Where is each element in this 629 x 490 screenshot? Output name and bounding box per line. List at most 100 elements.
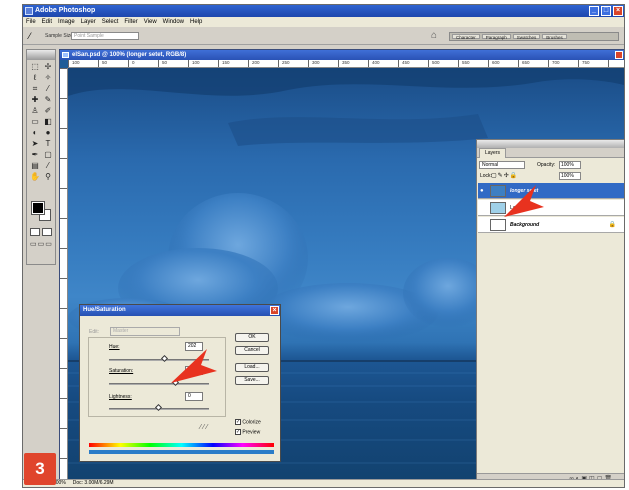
close-app-button[interactable]: × bbox=[613, 6, 623, 16]
ruler-number: 400 bbox=[372, 60, 380, 65]
save-button[interactable]: Save... bbox=[235, 376, 269, 385]
preview-check-icon: ✓ bbox=[235, 429, 241, 435]
tab-swatches[interactable]: Swatches bbox=[512, 34, 541, 40]
opacity-field[interactable]: 100% bbox=[559, 161, 581, 169]
dialog-title: Hue/Saturation bbox=[83, 307, 126, 313]
dodge-tool-icon[interactable]: ● bbox=[42, 128, 54, 138]
ruler-numbers: 100 50 0 50 100 150 200 250 300 350 400 … bbox=[72, 60, 624, 68]
slice-tool-icon[interactable]: ⁄ bbox=[42, 84, 54, 94]
cancel-button[interactable]: Cancel bbox=[235, 346, 269, 355]
menu-window[interactable]: Window bbox=[163, 19, 184, 25]
path-select-icon[interactable]: ➤ bbox=[29, 139, 41, 149]
menu-select[interactable]: Select bbox=[102, 19, 119, 25]
layer-row[interactable]: Background 🔒 bbox=[478, 217, 624, 233]
eyedropper-icons[interactable]: ⁄⁄⁄ bbox=[200, 424, 210, 431]
move-tool-icon[interactable]: ✢ bbox=[42, 62, 54, 72]
photoshop-window: Adobe Photoshop _ □ × File Edit Image La… bbox=[22, 4, 625, 488]
lock-icon: 🔒 bbox=[608, 222, 616, 228]
colorize-checkbox[interactable]: ✓ Colorize bbox=[235, 419, 261, 425]
pen-tool-icon[interactable]: ✒ bbox=[29, 150, 41, 160]
ok-button[interactable]: OK bbox=[235, 333, 269, 342]
ruler-number: 0 bbox=[132, 60, 135, 65]
zoom-tool-icon[interactable]: ⚲ bbox=[42, 172, 54, 182]
menu-filter[interactable]: Filter bbox=[124, 19, 137, 25]
menu-image[interactable]: Image bbox=[58, 19, 75, 25]
ruler-number: 500 bbox=[432, 60, 440, 65]
hue-label: Hue: bbox=[109, 344, 120, 350]
blend-mode-select[interactable]: Normal bbox=[479, 161, 525, 169]
minimize-button[interactable]: _ bbox=[589, 6, 599, 16]
eyedropper-icon[interactable]: ⁄ bbox=[29, 32, 31, 41]
ruler-number: 700 bbox=[552, 60, 560, 65]
history-brush-icon[interactable]: ✐ bbox=[42, 106, 54, 116]
ruler-number: 100 bbox=[72, 60, 80, 65]
ruler-number: 450 bbox=[402, 60, 410, 65]
notes-tool-icon[interactable]: ▤ bbox=[29, 161, 41, 171]
standard-mode-button[interactable] bbox=[30, 228, 40, 236]
ruler-number: 200 bbox=[252, 60, 260, 65]
lightness-field[interactable]: 0 bbox=[185, 392, 203, 401]
edit-label: Edit: bbox=[89, 329, 100, 335]
toolbox-header[interactable] bbox=[27, 50, 55, 60]
document-title-bar: elSan.psd @ 100% (longer setet, RGB/8) bbox=[60, 50, 624, 60]
brush-preset-icon[interactable]: ⌂ bbox=[431, 30, 437, 41]
layer-row[interactable]: ● longer setet bbox=[478, 183, 624, 199]
fill-field[interactable]: 100% bbox=[559, 172, 581, 180]
layers-palette-titlebar[interactable] bbox=[477, 140, 624, 148]
foreground-color-swatch[interactable] bbox=[31, 201, 45, 215]
healing-brush-icon[interactable]: ✚ bbox=[29, 95, 41, 105]
colorize-label: Colorize bbox=[242, 419, 261, 426]
preview-label: Preview bbox=[242, 429, 261, 436]
type-tool-icon[interactable]: T bbox=[42, 139, 54, 149]
layers-blend-row: Normal Opacity: 100% bbox=[479, 161, 622, 170]
blur-tool-icon[interactable]: ◐ bbox=[29, 128, 41, 138]
layer-name: Background bbox=[510, 222, 540, 228]
clone-stamp-icon[interactable]: ♙ bbox=[29, 106, 41, 116]
load-button[interactable]: Load... bbox=[235, 363, 269, 372]
menu-view[interactable]: View bbox=[144, 19, 157, 25]
maximize-button[interactable]: □ bbox=[601, 6, 611, 16]
tab-layers[interactable]: Layers bbox=[479, 148, 507, 158]
eyedropper-tool-icon[interactable]: ⁄ bbox=[42, 161, 54, 171]
menu-layer[interactable]: Layer bbox=[81, 19, 96, 25]
gradient-tool-icon[interactable]: ◧ bbox=[42, 117, 54, 127]
ruler-number: 750 bbox=[582, 60, 590, 65]
dialog-title-bar[interactable]: Hue/Saturation × bbox=[80, 305, 280, 316]
shape-tool-icon[interactable]: ▢ bbox=[42, 150, 54, 160]
lock-icons[interactable]: ▢✎✢🔒 bbox=[491, 172, 518, 179]
options-bar: ⁄ Sample Size: Point Sample ⌂ Character … bbox=[23, 27, 624, 45]
tab-brushes[interactable]: Brushes bbox=[542, 34, 567, 40]
menu-file[interactable]: File bbox=[26, 19, 36, 25]
preview-checkbox[interactable]: ✓ Preview bbox=[235, 429, 260, 435]
tab-paragraph[interactable]: Paragraph bbox=[481, 34, 511, 40]
tab-character[interactable]: Character bbox=[452, 34, 480, 40]
eye-icon[interactable]: ● bbox=[480, 188, 484, 194]
magic-wand-icon[interactable]: ✧ bbox=[42, 73, 54, 83]
hand-tool-icon[interactable]: ✋ bbox=[29, 172, 41, 182]
lightness-label: Lightness: bbox=[109, 394, 132, 400]
app-title: Adobe Photoshop bbox=[35, 7, 96, 14]
ruler-number: 250 bbox=[282, 60, 290, 65]
spectrum-bar-top bbox=[89, 443, 274, 447]
ruler-number: 100 bbox=[192, 60, 200, 65]
crop-tool-icon[interactable]: ⌗ bbox=[29, 84, 41, 94]
quick-mask-button[interactable] bbox=[42, 228, 52, 236]
dialog-close-button[interactable]: × bbox=[270, 306, 279, 315]
menu-edit[interactable]: Edit bbox=[42, 19, 52, 25]
spectrum-bar-bottom bbox=[89, 450, 274, 454]
menu-help[interactable]: Help bbox=[190, 19, 202, 25]
ruler-number: 550 bbox=[462, 60, 470, 65]
sample-size-select[interactable]: Point Sample bbox=[71, 32, 139, 40]
document-close-button[interactable] bbox=[615, 51, 623, 59]
marquee-tool-icon[interactable]: ⬚ bbox=[29, 62, 41, 72]
lasso-tool-icon[interactable]: ℓ bbox=[29, 73, 41, 83]
photoshop-logo-icon bbox=[25, 7, 33, 15]
ruler-number: 350 bbox=[342, 60, 350, 65]
opacity-label: Opacity: bbox=[537, 162, 556, 168]
brush-tool-icon[interactable]: ✎ bbox=[42, 95, 54, 105]
eraser-tool-icon[interactable]: ▭ bbox=[29, 117, 41, 127]
layer-row[interactable]: Layer 1 bbox=[478, 200, 624, 216]
screen-mode-icon[interactable]: ▭▭▭ bbox=[30, 240, 54, 248]
document-title: elSan.psd @ 100% (longer setet, RGB/8) bbox=[72, 52, 187, 58]
edit-select[interactable]: Master bbox=[110, 327, 180, 336]
